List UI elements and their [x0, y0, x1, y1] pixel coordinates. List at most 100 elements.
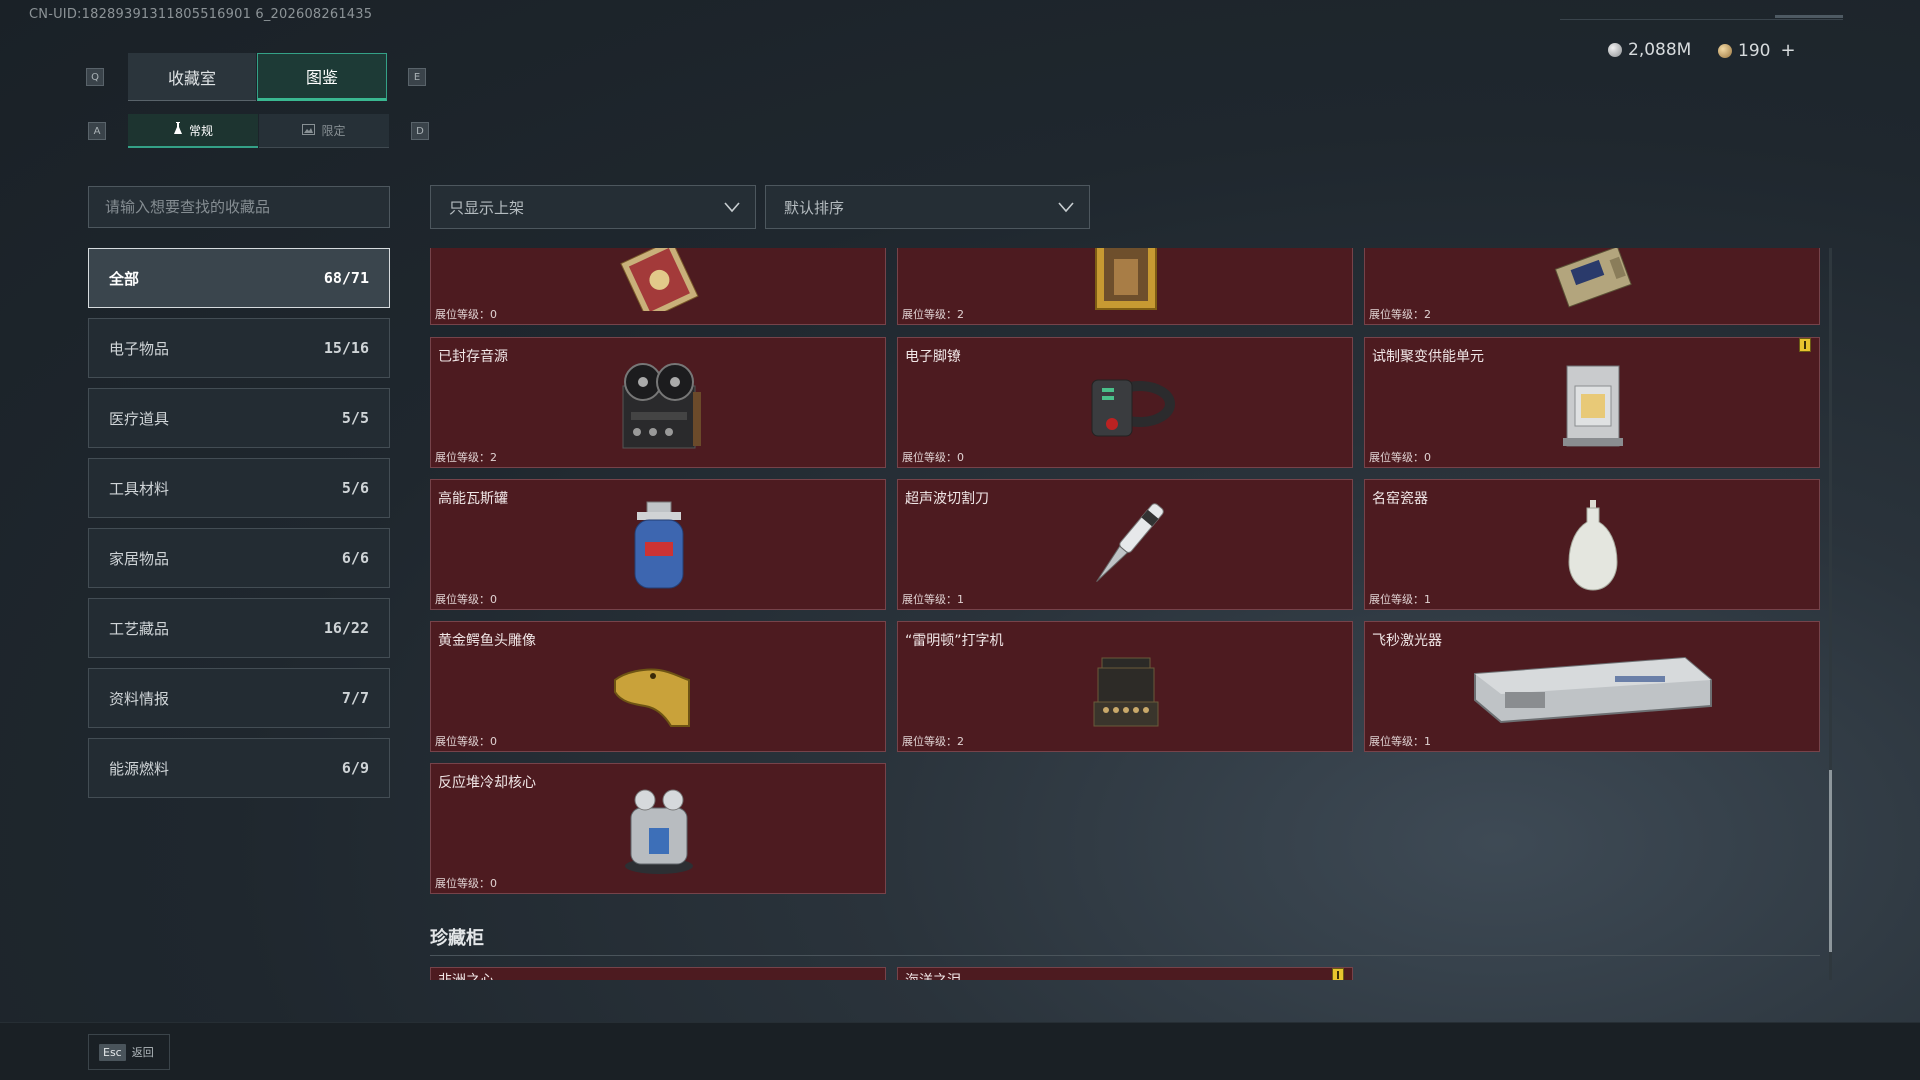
porcelain-vase-icon: [1535, 494, 1651, 596]
new-badge-icon: [1799, 338, 1811, 352]
scrollbar-thumb[interactable]: [1829, 770, 1832, 952]
category-household[interactable]: 家居物品 6/6: [88, 528, 390, 588]
hotkey-q: Q: [86, 68, 104, 86]
item-name: 电子脚镣: [905, 349, 961, 365]
display-level: 展位等级：1: [1369, 593, 1431, 606]
collection-card[interactable]: 黄金鳄鱼头雕像 展位等级：0: [430, 621, 886, 752]
subtab-limited[interactable]: 限定: [259, 114, 389, 148]
item-name: 已封存音源: [438, 349, 508, 365]
tab-label: 图鉴: [305, 68, 338, 87]
device-icon: [1535, 248, 1651, 311]
collection-card[interactable]: 名窑瓷器 展位等级：1: [1364, 479, 1820, 610]
new-badge-icon: [1332, 968, 1344, 980]
cabinet-card[interactable]: 非洲之心: [430, 967, 886, 980]
collection-grid: 展位等级：0 展位等级：2 展位等级：2 已封存音源 展位等级：2 电子脚镣 展…: [430, 248, 1822, 980]
image-icon: [302, 123, 316, 138]
category-fuel[interactable]: 能源燃料 6/9: [88, 738, 390, 798]
item-name: 飞秒激光器: [1372, 633, 1442, 649]
cabinet-section-title: 珍藏柜: [430, 928, 484, 949]
display-level: 展位等级：0: [435, 877, 497, 890]
display-level: 展位等级：0: [1369, 451, 1431, 464]
hotkey-e: E: [408, 68, 426, 86]
category-crafts[interactable]: 工艺藏品 16/22: [88, 598, 390, 658]
laser-case-icon: [1465, 636, 1721, 738]
reactor-core-icon: [601, 778, 717, 880]
gold-currency: 190 +: [1718, 40, 1796, 61]
category-count: 5/5: [341, 409, 369, 427]
esc-key: Esc: [99, 1043, 126, 1061]
category-count: 68/71: [323, 269, 369, 287]
subtab-regular[interactable]: 常规: [128, 114, 258, 148]
collection-card[interactable]: 反应堆冷却核心 展位等级：0: [430, 763, 886, 894]
fusion-unit-icon: [1535, 352, 1651, 454]
collection-card[interactable]: 展位等级：2: [1364, 248, 1820, 325]
category-electronics[interactable]: 电子物品 15/16: [88, 318, 390, 378]
tape-recorder-icon: [601, 352, 717, 454]
collection-card[interactable]: 飞秒激光器 展位等级：1: [1364, 621, 1820, 752]
collection-card[interactable]: 试制聚变供能单元 展位等级：0: [1364, 337, 1820, 468]
display-level: 展位等级：0: [902, 451, 964, 464]
top-divider-accent: [1775, 15, 1843, 18]
footer-bar: [0, 1022, 1920, 1080]
gold-amount: 190: [1738, 40, 1771, 61]
tab-catalog[interactable]: 图鉴: [257, 53, 387, 101]
ornate-book-icon: [601, 248, 717, 311]
item-name: 反应堆冷却核心: [438, 775, 536, 791]
item-name: 试制聚变供能单元: [1372, 349, 1484, 365]
dropdown-value: 只显示上架: [449, 198, 525, 217]
item-name: 非洲之心: [438, 970, 494, 980]
category-label: 全部: [109, 269, 140, 288]
dropdown-value: 默认排序: [784, 198, 845, 217]
search-input[interactable]: [88, 186, 390, 228]
collection-card[interactable]: 展位等级：0: [430, 248, 886, 325]
collection-card[interactable]: 已封存音源 展位等级：2: [430, 337, 886, 468]
section-divider: [430, 955, 1820, 956]
ankle-monitor-icon: [1068, 352, 1184, 454]
tab-collection-room[interactable]: 收藏室: [128, 53, 256, 101]
collection-card[interactable]: 高能瓦斯罐 展位等级：0: [430, 479, 886, 610]
painting-icon: [1068, 248, 1184, 311]
category-count: 16/22: [323, 619, 369, 637]
category-label: 工具材料: [109, 479, 170, 498]
category-count: 7/7: [341, 689, 369, 707]
uid-label: CN-UID:18289391311805516901 6_2026082614…: [29, 7, 373, 22]
typewriter-icon: [1068, 636, 1184, 738]
category-all[interactable]: 全部 68/71: [88, 248, 390, 308]
add-currency-button[interactable]: +: [1780, 40, 1795, 61]
item-name: 黄金鳄鱼头雕像: [438, 633, 536, 649]
category-label: 医疗道具: [109, 409, 170, 428]
category-intel[interactable]: 资料情报 7/7: [88, 668, 390, 728]
item-name: 海洋之泪: [905, 970, 961, 980]
category-label: 资料情报: [109, 689, 170, 708]
sort-dropdown[interactable]: 默认排序: [765, 185, 1090, 229]
golden-crocodile-icon: [601, 636, 717, 738]
display-level: 展位等级：2: [902, 308, 964, 321]
category-count: 6/9: [341, 759, 369, 777]
display-level: 展位等级：0: [435, 308, 497, 321]
silver-amount: 2,088M: [1628, 40, 1692, 60]
hotkey-d: D: [411, 122, 429, 140]
cabinet-grid: 非洲之心 海洋之泪: [430, 967, 1822, 980]
category-label: 能源燃料: [109, 759, 170, 778]
collection-card[interactable]: 展位等级：2: [897, 248, 1353, 325]
category-tools[interactable]: 工具材料 5/6: [88, 458, 390, 518]
chevron-down-icon: [1058, 202, 1074, 213]
silver-coin-icon: [1608, 43, 1622, 57]
collection-card[interactable]: “雷明顿”打字机 展位等级：2: [897, 621, 1353, 752]
ultrasonic-knife-icon: [1068, 494, 1184, 596]
category-count: 15/16: [323, 339, 369, 357]
top-divider: [1560, 19, 1843, 20]
item-name: 超声波切割刀: [905, 491, 989, 507]
display-level: 展位等级：2: [1369, 308, 1431, 321]
category-medical[interactable]: 医疗道具 5/5: [88, 388, 390, 448]
cabinet-card[interactable]: 海洋之泪: [897, 967, 1353, 980]
display-level: 展位等级：2: [902, 735, 964, 748]
collection-card[interactable]: 超声波切割刀 展位等级：1: [897, 479, 1353, 610]
display-level: 展位等级：0: [435, 593, 497, 606]
collection-card[interactable]: 电子脚镣 展位等级：0: [897, 337, 1353, 468]
shelf-filter-dropdown[interactable]: 只显示上架: [430, 185, 756, 229]
flask-icon: [173, 121, 183, 139]
back-button[interactable]: Esc 返回: [88, 1034, 170, 1070]
silver-currency: 2,088M: [1608, 40, 1691, 60]
display-level: 展位等级：0: [435, 735, 497, 748]
